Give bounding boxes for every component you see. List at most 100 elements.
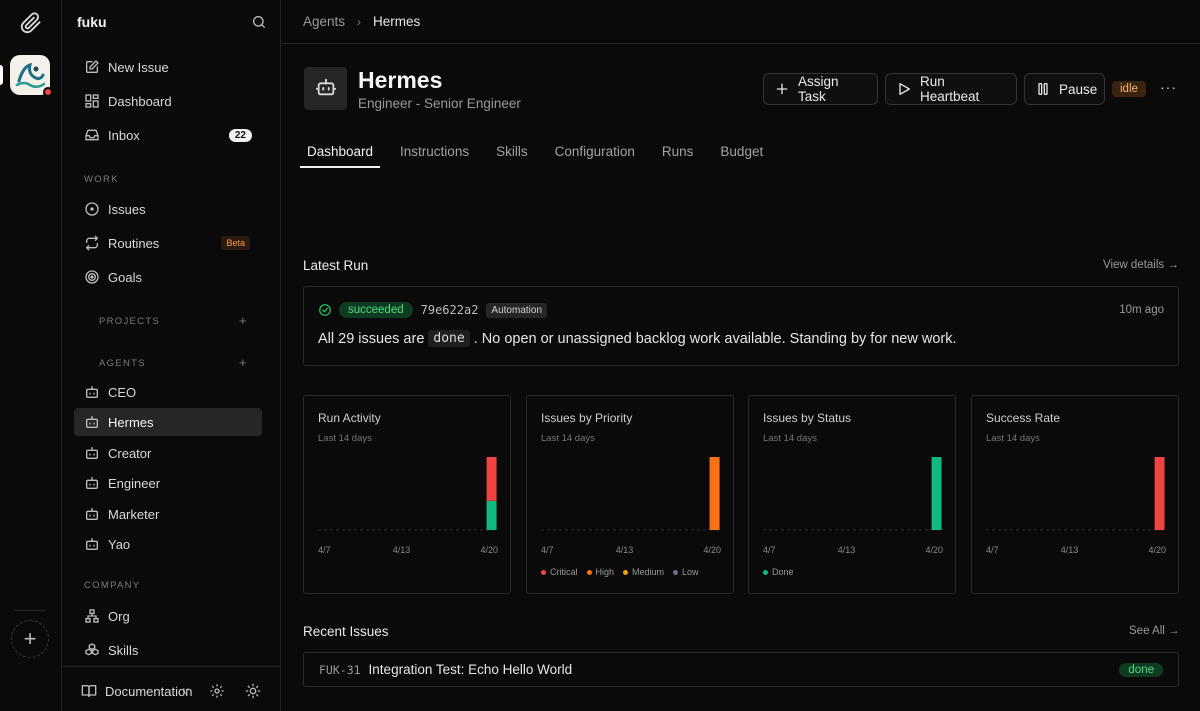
tab-configuration[interactable]: Configuration	[548, 140, 642, 168]
agent-label: Yao	[108, 536, 131, 552]
circle-dot-icon	[84, 201, 100, 217]
sidebar-item-inbox[interactable]: Inbox 22	[74, 121, 262, 149]
tab-skills[interactable]: Skills	[489, 140, 535, 168]
sidebar-item-agent[interactable]: Creator	[74, 439, 262, 467]
sidebar-item-agent-active[interactable]: Hermes	[74, 408, 262, 436]
agent-label: Engineer	[108, 475, 161, 491]
sidebar-footer: Documentation v	[63, 666, 281, 711]
sidebar-item-agent[interactable]: CEO	[74, 378, 262, 406]
inbox-icon	[84, 127, 100, 143]
sidebar-item-routines[interactable]: Routines Beta	[74, 229, 262, 257]
breadcrumb: Agents › Hermes	[282, 0, 1200, 44]
legend-item-low: Low	[673, 567, 699, 577]
add-agent-plus-icon[interactable]: +	[239, 355, 247, 370]
pause-button[interactable]: Pause	[1024, 73, 1105, 105]
company-rail: +	[0, 0, 62, 711]
legend-dot	[541, 569, 546, 575]
edit-icon	[84, 59, 100, 75]
x-tick-label: 4/7	[986, 545, 999, 555]
sidebar-item-org[interactable]: Org	[74, 602, 262, 630]
sidebar-item-skills[interactable]: Skills	[74, 636, 262, 664]
legend-label: Low	[682, 567, 699, 577]
run-summary-suffix: . No open or unassigned backlog work ava…	[473, 330, 957, 347]
main-content: Agents › Hermes Hermes Engineer - Senior…	[282, 0, 1200, 711]
bot-icon	[84, 445, 100, 461]
sidebar: fuku New Issue Dashboard Inbox 22 WORK I…	[63, 0, 281, 711]
add-project-plus-icon[interactable]: +	[239, 313, 247, 328]
breadcrumb-agents-link[interactable]: Agents	[303, 14, 345, 29]
tab-runs[interactable]: Runs	[655, 140, 701, 168]
legend-dot	[763, 569, 768, 575]
issue-row[interactable]: FUK-31 Integration Test: Echo Hello Worl…	[303, 652, 1179, 687]
legend-label: Done	[772, 567, 794, 577]
tab-instructions[interactable]: Instructions	[393, 140, 476, 168]
chart-legend: Critical High Medium Low	[541, 567, 708, 577]
boxes-icon	[84, 642, 100, 658]
dashboard-icon	[84, 93, 100, 109]
issues-label: Issues	[108, 201, 146, 217]
assign-task-button[interactable]: Assign Task	[763, 73, 878, 105]
bot-icon	[315, 76, 337, 101]
add-company-button[interactable]: +	[11, 620, 49, 658]
bot-icon	[84, 384, 100, 400]
bot-icon	[84, 475, 100, 491]
dashboard-label: Dashboard	[108, 93, 172, 109]
view-details-link[interactable]: View details →	[1103, 259, 1179, 271]
section-label-projects: PROJECTS	[99, 316, 161, 327]
sidebar-item-agent[interactable]: Yao	[74, 530, 262, 558]
x-tick-label: 4/20	[1148, 545, 1166, 555]
chart-bar	[931, 457, 942, 530]
sidebar-item-dashboard[interactable]: Dashboard	[74, 87, 262, 115]
tab-bar: Dashboard Instructions Skills Configurat…	[300, 140, 790, 168]
new-issue-button[interactable]: New Issue	[74, 53, 262, 81]
more-options-icon[interactable]: ···	[1160, 79, 1177, 95]
sun-icon[interactable]	[245, 683, 261, 699]
run-hash: 79e622a2	[420, 303, 479, 317]
documentation-link[interactable]: Documentation	[81, 683, 192, 699]
routines-label: Routines	[108, 235, 160, 251]
org-label: Org	[108, 608, 130, 624]
tab-dashboard[interactable]: Dashboard	[300, 140, 381, 168]
company-name: fuku	[77, 14, 107, 30]
paperclip-icon[interactable]	[20, 12, 42, 34]
x-tick-label: 4/20	[703, 545, 721, 555]
run-summary-prefix: All 29 issues are	[318, 330, 425, 347]
legend-item-medium: Medium	[623, 567, 664, 577]
beta-badge: Beta	[221, 236, 250, 250]
bot-icon	[84, 506, 100, 522]
legend-label: Medium	[632, 567, 665, 577]
inbox-label: Inbox	[108, 127, 140, 143]
x-tick-label: 4/20	[480, 545, 498, 555]
search-icon[interactable]	[251, 14, 267, 30]
legend-item-high: High	[586, 567, 615, 577]
x-tick-label: 4/7	[318, 545, 331, 555]
x-tick-label: 4/20	[925, 545, 943, 555]
inbox-count-badge: 22	[228, 128, 252, 142]
run-summary-code: done	[428, 330, 470, 347]
chart-card-success-rate: Success Rate Last 14 days 4/7 4/13 4/20	[971, 395, 1179, 594]
latest-run-card[interactable]: succeeded 79e622a2 Automation 10m ago Al…	[303, 286, 1179, 366]
legend-label: High	[595, 567, 615, 577]
documentation-label: Documentation	[105, 683, 193, 699]
issue-status-badge: done	[1119, 662, 1163, 677]
chart-bar	[486, 500, 497, 530]
run-heartbeat-button[interactable]: Run Heartbeat	[885, 73, 1017, 105]
tab-budget[interactable]: Budget	[713, 140, 770, 168]
chart-bar	[486, 457, 497, 501]
chart-bar	[1154, 457, 1165, 530]
sidebar-item-agent[interactable]: Marketer	[74, 500, 262, 528]
legend-label: Critical	[550, 567, 578, 577]
run-status-badge: succeeded	[339, 302, 413, 318]
chart-legend: Done	[763, 567, 803, 577]
legend-item-critical: Critical	[541, 567, 578, 577]
see-all-link[interactable]: See All →	[1129, 625, 1180, 637]
company-avatar[interactable]	[10, 55, 53, 97]
sidebar-item-agent[interactable]: Engineer	[74, 469, 262, 497]
repeat-icon	[84, 235, 100, 251]
page-title: Hermes	[358, 67, 443, 93]
x-tick-label: 4/13	[838, 545, 856, 555]
sidebar-item-issues[interactable]: Issues	[74, 195, 262, 223]
gear-icon[interactable]	[209, 683, 225, 699]
agent-label: Hermes	[108, 414, 154, 430]
sidebar-item-goals[interactable]: Goals	[74, 263, 262, 291]
